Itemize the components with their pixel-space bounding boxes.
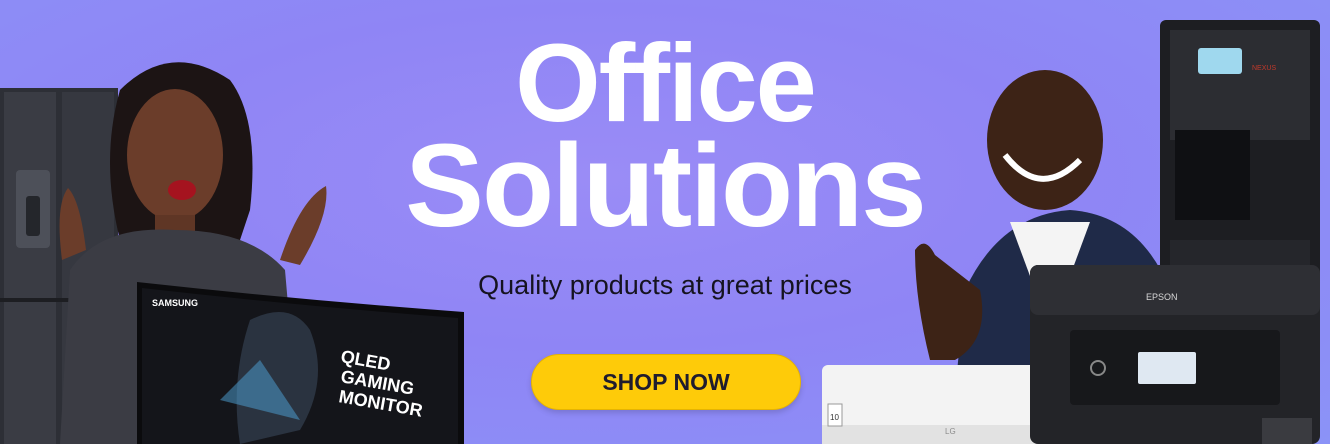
printer-brand-label: EPSON [1146, 292, 1178, 302]
subtitle: Quality products at great prices [478, 270, 852, 300]
shop-now-button[interactable]: SHOP NOW [531, 354, 801, 410]
ac-energy-label: 10 [830, 413, 839, 422]
headline-line2: Solutions [405, 120, 927, 252]
headline-line1: Office [515, 22, 817, 145]
ac-brand-label: LG [945, 427, 956, 436]
monitor-brand-label: SAMSUNG [152, 298, 198, 308]
dispenser-brand-label: NEXUS [1252, 65, 1276, 72]
office-solutions-banner[interactable]: SAMSUNG QLED GAMING MONITOR EPSON LG 10 … [0, 0, 1330, 444]
headline: Office Solutions [300, 22, 1030, 252]
